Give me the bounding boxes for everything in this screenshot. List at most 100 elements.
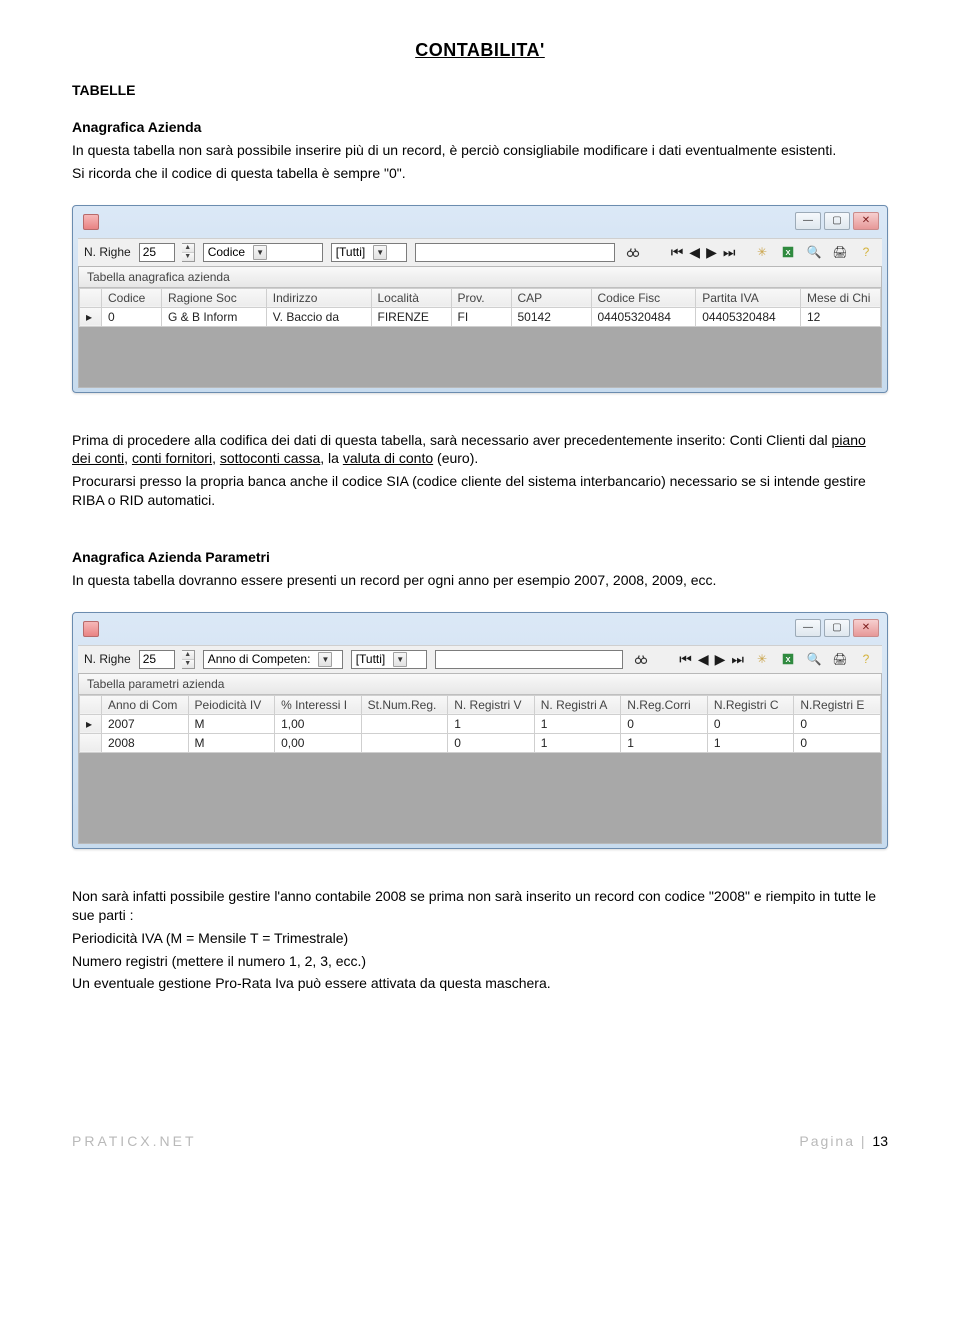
col-header[interactable]: % Interessi I <box>275 695 362 714</box>
data-grid[interactable]: Anno di Com Peiodicità IV % Interessi I … <box>79 695 881 753</box>
data-grid[interactable]: Codice Ragione Soc Indirizzo Località Pr… <box>79 288 881 327</box>
link-valuta: valuta di conto <box>343 450 433 466</box>
cell[interactable]: G & B Inform <box>162 307 267 326</box>
cell[interactable] <box>361 714 448 733</box>
cell[interactable]: 2008 <box>102 733 189 752</box>
cell[interactable]: 0 <box>794 714 881 733</box>
cell[interactable] <box>361 733 448 752</box>
table-row[interactable]: ▸ 2007 M 1,00 1 1 0 0 0 <box>80 714 881 733</box>
col-header[interactable]: N. Registri V <box>448 695 535 714</box>
cell[interactable]: 12 <box>801 307 881 326</box>
cell[interactable]: 1 <box>621 733 708 752</box>
paragraph: Procurarsi presso la propria banca anche… <box>72 472 888 510</box>
nav-next-icon[interactable]: ▶ <box>706 244 717 261</box>
link-sottoconti-cassa: sottoconti cassa <box>220 450 320 466</box>
cell[interactable]: 1 <box>707 733 794 752</box>
cell[interactable]: 0 <box>707 714 794 733</box>
maximize-button[interactable]: ▢ <box>824 212 850 230</box>
close-button[interactable]: ✕ <box>853 619 879 637</box>
nav-prev-icon[interactable]: ◀ <box>698 651 709 668</box>
link-conti-fornitori: conti fornitori <box>132 450 212 466</box>
cell[interactable]: 1 <box>534 714 621 733</box>
col-header[interactable]: Prov. <box>451 288 511 307</box>
cell[interactable]: 50142 <box>511 307 591 326</box>
minimize-button[interactable]: — <box>795 212 821 230</box>
print-icon[interactable]: 🖨 <box>830 243 850 261</box>
cell[interactable]: 1,00 <box>275 714 362 733</box>
cell[interactable]: M <box>188 714 275 733</box>
col-header[interactable]: Mese di Chi <box>801 288 881 307</box>
sort-combo[interactable]: Codice ▼ <box>203 243 323 262</box>
refresh-icon[interactable]: 🔍 <box>804 243 824 261</box>
col-header[interactable]: N.Registri C <box>707 695 794 714</box>
binoculars-icon[interactable] <box>631 650 651 668</box>
search-input[interactable] <box>435 650 624 669</box>
print-icon[interactable]: 🖨 <box>830 650 850 668</box>
section-tabelle: TABELLE <box>72 81 888 100</box>
cell[interactable]: 0 <box>794 733 881 752</box>
nrighe-input[interactable] <box>139 650 175 669</box>
table-row[interactable]: ▸ 0 G & B Inform V. Baccio da FIRENZE FI… <box>80 307 881 326</box>
col-header[interactable]: CAP <box>511 288 591 307</box>
app-window-anagrafica: — ▢ ✕ N. Righe ▲▼ Codice ▼ [Tutti] ▼ ⏮ <box>72 205 888 393</box>
nrighe-input[interactable] <box>139 243 175 262</box>
nrighe-spinner[interactable]: ▲▼ <box>182 650 195 669</box>
cell[interactable]: FIRENZE <box>371 307 451 326</box>
cell[interactable]: 2007 <box>102 714 189 733</box>
sort-combo[interactable]: Anno di Competen: ▼ <box>203 650 343 669</box>
nav-last-icon[interactable]: ⏭ <box>731 651 744 668</box>
col-header[interactable]: Ragione Soc <box>162 288 267 307</box>
cell[interactable]: 1 <box>534 733 621 752</box>
binoculars-icon[interactable] <box>623 243 643 261</box>
table-row[interactable]: 2008 M 0,00 0 1 1 1 0 <box>80 733 881 752</box>
cell[interactable]: 1 <box>448 714 535 733</box>
excel-export-icon[interactable]: X <box>778 650 798 668</box>
cell[interactable]: 0 <box>448 733 535 752</box>
search-input[interactable] <box>415 243 615 262</box>
cell[interactable]: M <box>188 733 275 752</box>
col-header[interactable]: Anno di Com <box>102 695 189 714</box>
col-header[interactable]: Località <box>371 288 451 307</box>
col-header[interactable]: Codice <box>102 288 162 307</box>
cell[interactable]: 0 <box>102 307 162 326</box>
col-header[interactable]: Partita IVA <box>696 288 801 307</box>
cell[interactable]: V. Baccio da <box>266 307 371 326</box>
col-header[interactable]: N. Registri A <box>534 695 621 714</box>
filter-combo[interactable]: [Tutti] ▼ <box>331 243 407 262</box>
footer-page: Pagina | 13 <box>799 1133 888 1149</box>
svg-text:X: X <box>785 655 790 664</box>
maximize-button[interactable]: ▢ <box>824 619 850 637</box>
record-nav: ⏮ ◀ ▶ ⏭ <box>679 651 744 668</box>
col-header[interactable]: St.Num.Reg. <box>361 695 448 714</box>
grid-empty-area <box>79 327 881 387</box>
new-record-icon[interactable]: ✳ <box>752 650 772 668</box>
cell[interactable]: FI <box>451 307 511 326</box>
nav-last-icon[interactable]: ⏭ <box>723 244 736 261</box>
help-icon[interactable]: ? <box>856 650 876 668</box>
close-button[interactable]: ✕ <box>853 212 879 230</box>
app-window-parametri: — ▢ ✕ N. Righe ▲▼ Anno di Competen: ▼ [T… <box>72 612 888 849</box>
excel-export-icon[interactable]: X <box>778 243 798 261</box>
nrighe-spinner[interactable]: ▲▼ <box>182 243 195 262</box>
help-icon[interactable]: ? <box>856 243 876 261</box>
nrighe-label: N. Righe <box>84 245 131 259</box>
new-record-icon[interactable]: ✳ <box>752 243 772 261</box>
filter-combo[interactable]: [Tutti] ▼ <box>351 650 427 669</box>
nav-first-icon[interactable]: ⏮ <box>679 651 692 668</box>
col-header[interactable]: Indirizzo <box>266 288 371 307</box>
nav-first-icon[interactable]: ⏮ <box>671 244 684 261</box>
col-header[interactable]: Peiodicità IV <box>188 695 275 714</box>
cell[interactable]: 04405320484 <box>696 307 801 326</box>
col-header[interactable]: N.Registri E <box>794 695 881 714</box>
nav-prev-icon[interactable]: ◀ <box>689 244 700 261</box>
refresh-icon[interactable]: 🔍 <box>804 650 824 668</box>
grid-title: Tabella anagrafica azienda <box>79 267 881 288</box>
cell[interactable]: 04405320484 <box>591 307 696 326</box>
minimize-button[interactable]: — <box>795 619 821 637</box>
cell[interactable]: 0,00 <box>275 733 362 752</box>
filter-combo-value: [Tutti] <box>336 245 366 259</box>
col-header[interactable]: N.Reg.Corri <box>621 695 708 714</box>
col-header[interactable]: Codice Fisc <box>591 288 696 307</box>
nav-next-icon[interactable]: ▶ <box>715 651 726 668</box>
cell[interactable]: 0 <box>621 714 708 733</box>
